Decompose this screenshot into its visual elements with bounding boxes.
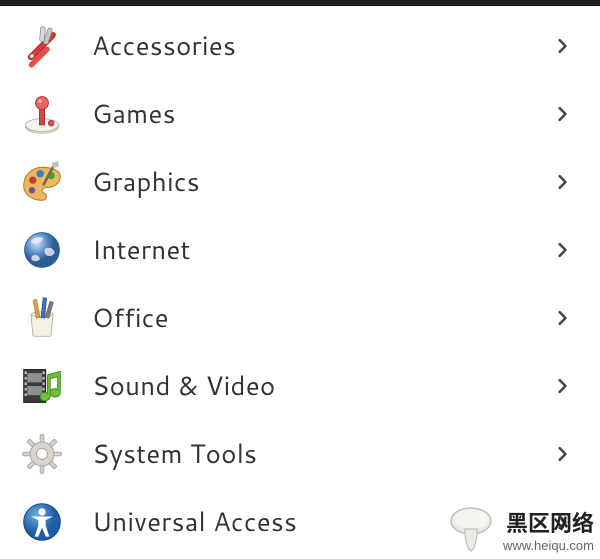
chevron-right-icon [554,377,572,395]
accessibility-icon [18,498,66,546]
menu-item-office[interactable]: Office [0,284,600,352]
chevron-right-icon [554,445,572,463]
watermark: 黑区网络 www.heiqu.com [445,503,594,555]
chevron-right-icon [554,309,572,327]
globe-icon [18,226,66,274]
joystick-icon [18,90,66,138]
menu-label: Internet [92,232,554,268]
chevron-right-icon [554,105,572,123]
menu-item-graphics[interactable]: Graphics [0,148,600,216]
menu-item-games[interactable]: Games [0,80,600,148]
menu-item-accessories[interactable]: Accessories [0,12,600,80]
menu-item-system-tools[interactable]: System Tools [0,420,600,488]
chevron-right-icon [554,37,572,55]
menu-label: Office [92,300,554,336]
menu-item-sound-video[interactable]: Sound & Video [0,352,600,420]
swiss-army-knife-icon [18,22,66,70]
menu-label: Sound & Video [92,368,554,404]
menu-label: Accessories [92,28,554,64]
pen-holder-icon [18,294,66,342]
mushroom-logo-icon [445,503,497,555]
menu-label: System Tools [92,436,554,472]
applications-menu: Accessories Games [0,6,600,556]
menu-item-internet[interactable]: Internet [0,216,600,284]
chevron-right-icon [554,241,572,259]
film-note-icon [18,362,66,410]
gear-icon [18,430,66,478]
watermark-text: 黑区网络 www.heiqu.com [503,506,594,553]
watermark-title: 黑区网络 [503,506,594,538]
chevron-right-icon [554,173,572,191]
watermark-url: www.heiqu.com [503,538,594,553]
menu-label: Games [92,96,554,132]
palette-icon [18,158,66,206]
menu-label: Graphics [92,164,554,200]
